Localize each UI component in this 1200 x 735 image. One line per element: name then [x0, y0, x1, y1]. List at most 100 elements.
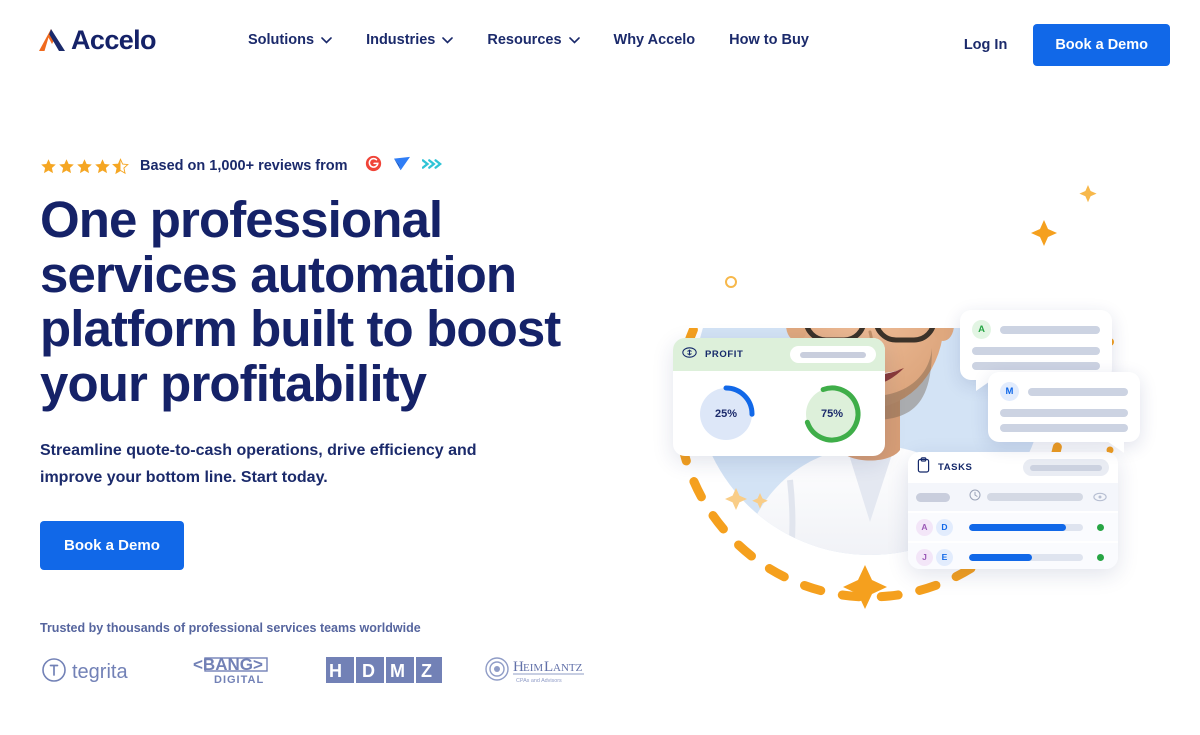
reviews-label: Based on 1,000+ reviews from	[140, 158, 348, 174]
getapp-icon[interactable]	[421, 157, 442, 176]
chevron-down-icon	[568, 32, 580, 48]
site-header: Accelo Solutions Industries Resources Wh…	[0, 0, 1200, 88]
task-status-dot	[1090, 553, 1110, 561]
star-half-icon	[112, 157, 129, 174]
task-row-avatars: J E	[916, 548, 962, 566]
nav-label: How to Buy	[729, 32, 809, 48]
g2-icon[interactable]	[365, 155, 382, 177]
hdmz-logo: H D M Z	[326, 657, 442, 688]
task-progress-bar	[969, 523, 1083, 531]
task-row[interactable]	[908, 483, 1118, 511]
chat-line	[1000, 325, 1100, 334]
nav-label: Solutions	[248, 32, 315, 48]
chevron-down-icon	[321, 32, 332, 48]
header-actions: Log In Book a Demo	[964, 24, 1170, 66]
svg-text:ANTZ: ANTZ	[553, 662, 583, 674]
capterra-icon[interactable]	[393, 156, 411, 177]
tasks-card-header: TASKS	[908, 452, 1118, 483]
task-status-dot	[1090, 523, 1110, 531]
landing-page: Accelo Solutions Industries Resources Wh…	[0, 0, 1200, 735]
chat-line	[1000, 409, 1128, 417]
eye-icon	[1090, 492, 1110, 502]
orange-sparkle	[843, 565, 887, 609]
profit-card-body: 25% 75%	[673, 371, 885, 456]
book-a-demo-header-button[interactable]: Book a Demo	[1033, 24, 1170, 66]
svg-text:EIM: EIM	[523, 662, 543, 674]
avatar: E	[936, 548, 953, 566]
svg-text:L: L	[544, 659, 553, 675]
nav-item-resources[interactable]: Resources	[487, 32, 580, 48]
nav-label: Why Accelo	[613, 32, 696, 48]
hero-illustration: PROFIT 25% 75% TASKS A D J E A M	[640, 120, 1180, 680]
tasks-header-placeholder	[1023, 459, 1109, 476]
chat-line	[1000, 424, 1128, 432]
avatar: J	[916, 548, 933, 566]
hero-subhead: Streamline quote-to-cash operations, dri…	[40, 442, 477, 486]
book-a-demo-hero-button[interactable]: Book a Demo	[40, 521, 184, 571]
clipboard-icon	[917, 457, 930, 478]
nav-label: Industries	[366, 32, 436, 48]
profit-header-placeholder	[790, 346, 876, 363]
profit-donut-25-label: 25%	[714, 407, 738, 420]
client-logo-strip: tegrita <BANG> DIGITAL H D M Z H EIM L A…	[40, 654, 640, 691]
login-link[interactable]: Log In	[964, 37, 1008, 53]
accelo-a-mark-icon	[36, 24, 68, 56]
profit-donut-25: 25%	[695, 383, 757, 445]
nav-item-why-accelo[interactable]: Why Accelo	[614, 32, 696, 48]
nav-item-solutions[interactable]: Solutions	[248, 32, 332, 48]
svg-text:CPAs and Advisors: CPAs and Advisors	[516, 678, 562, 684]
star-rating	[40, 157, 129, 175]
svg-text:M: M	[390, 661, 405, 681]
clock-icon	[969, 488, 981, 506]
chat-bubble-m-top: M	[1000, 382, 1128, 401]
avatar: A	[916, 518, 933, 536]
chevron-down-icon	[442, 32, 454, 48]
star-full-icon	[41, 158, 56, 173]
profit-donut-75: 75%	[801, 383, 863, 445]
chat-bubble-a[interactable]: A	[960, 310, 1112, 391]
accelo-logo[interactable]: Accelo	[36, 24, 157, 56]
chat-bubble-m[interactable]: M	[988, 372, 1140, 453]
svg-text:Z: Z	[421, 661, 432, 681]
avatar: D	[936, 518, 953, 536]
svg-text:tegrita: tegrita	[72, 661, 128, 683]
task-progress-bar	[969, 553, 1083, 561]
money-eye-icon	[682, 346, 697, 364]
profit-donut-75-label: 75%	[820, 407, 844, 420]
svg-text:D: D	[362, 661, 375, 681]
dash-mask	[640, 120, 1180, 328]
star-full-icon	[95, 158, 110, 173]
tegrita-logo: tegrita	[40, 655, 150, 690]
hero-cta-wrap: Book a Demo	[40, 521, 640, 571]
task-row-ghost-content	[969, 488, 1083, 506]
accelo-wordmark: Accelo	[71, 24, 157, 55]
trusted-by-label: Trusted by thousands of professional ser…	[40, 621, 421, 636]
bang-digital-logo: <BANG> DIGITAL	[192, 654, 284, 691]
task-row-placeholder-avatar	[916, 492, 962, 502]
reviews-row: Based on 1,000+ reviews from	[40, 155, 640, 177]
profit-card-header: PROFIT	[673, 338, 885, 371]
chat-line	[972, 347, 1100, 355]
profit-card-title: PROFIT	[705, 349, 744, 360]
avatar: M	[1000, 382, 1019, 401]
nav-item-how-to-buy[interactable]: How to Buy	[729, 32, 809, 48]
hero-content: Based on 1,000+ reviews from One profess…	[40, 155, 640, 691]
nav-label: Resources	[487, 32, 562, 48]
tasks-card[interactable]: TASKS A D J E	[908, 452, 1118, 569]
star-full-icon	[59, 158, 74, 173]
nav-item-industries[interactable]: Industries	[366, 32, 454, 48]
task-row-avatars: A D	[916, 518, 962, 536]
bubble-tail	[1104, 439, 1124, 453]
tasks-card-title: TASKS	[938, 462, 973, 473]
heimlantz-logo: H EIM L ANTZ CPAs and Advisors	[484, 654, 592, 691]
task-row[interactable]: A D	[908, 513, 1118, 541]
chat-line	[972, 362, 1100, 370]
chat-bubble-a-top: A	[972, 320, 1100, 339]
task-row[interactable]: J E	[908, 543, 1118, 569]
svg-text:H: H	[329, 661, 342, 681]
chat-line	[1028, 387, 1128, 396]
svg-text:DIGITAL: DIGITAL	[214, 674, 264, 686]
primary-nav: Solutions Industries Resources Why Accel…	[248, 32, 809, 48]
profit-card[interactable]: PROFIT 25% 75%	[673, 338, 885, 456]
hero-headline: One professional services automation pla…	[40, 191, 561, 412]
